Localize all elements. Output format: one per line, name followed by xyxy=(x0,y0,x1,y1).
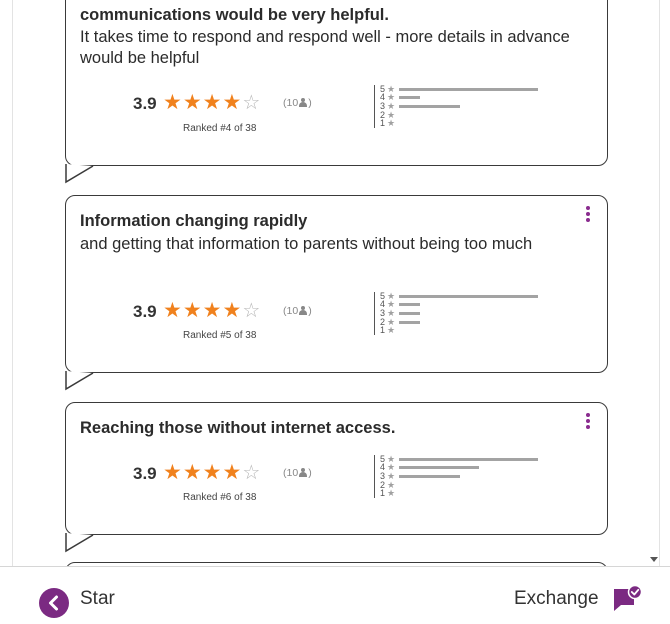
back-label[interactable]: Star xyxy=(80,588,115,610)
average-score: 3.9 xyxy=(133,302,157,321)
star-small-icon: ★ xyxy=(387,118,396,129)
idea-list-panel[interactable]: communications would be very helpful. It… xyxy=(12,0,660,566)
idea-card[interactable]: communications would be very helpful. It… xyxy=(65,0,608,166)
distribution-row: 3 ★ xyxy=(375,308,574,318)
star-filled-icon[interactable]: ★ xyxy=(222,91,242,114)
forward-label[interactable]: Exchange xyxy=(514,588,599,610)
distribution-row: 4 ★ xyxy=(375,463,574,473)
distribution-row: 5 ★ xyxy=(375,454,574,464)
distribution-row: 2 ★ xyxy=(375,480,574,490)
distribution-bar xyxy=(399,466,479,470)
distribution-row: 4 ★ xyxy=(375,300,574,310)
more-options-icon[interactable] xyxy=(586,413,590,431)
rater-count: (10) xyxy=(283,97,312,109)
speech-tail xyxy=(65,164,94,184)
distribution-bar xyxy=(399,457,538,461)
chevron-left-icon xyxy=(49,595,58,611)
distribution-level: 1 xyxy=(379,488,385,499)
star-filled-icon[interactable]: ★ xyxy=(222,299,242,322)
rating-distribution: 5 ★ 4 ★ 3 ★ 2 ★ 1 ★ xyxy=(374,291,574,335)
star-filled-icon[interactable]: ★ xyxy=(163,299,183,322)
average-score: 3.9 xyxy=(133,464,157,483)
rating-distribution: 5 ★ 4 ★ 3 ★ 2 ★ 1 ★ xyxy=(374,84,574,128)
star-rating[interactable]: ★★★★☆ xyxy=(163,92,261,114)
star-filled-icon[interactable]: ★ xyxy=(183,91,203,114)
star-empty-icon[interactable]: ☆ xyxy=(242,92,261,114)
distribution-bar xyxy=(399,311,420,315)
rating-distribution: 5 ★ 4 ★ 3 ★ 2 ★ 1 ★ xyxy=(374,454,574,498)
distribution-bar xyxy=(399,104,460,108)
rater-count: (10) xyxy=(283,305,312,317)
distribution-bar xyxy=(399,474,460,478)
distribution-bar xyxy=(399,294,538,298)
distribution-row: 1 ★ xyxy=(375,489,574,498)
distribution-row: 2 ★ xyxy=(375,317,574,327)
speech-tail xyxy=(65,371,94,391)
star-filled-icon[interactable]: ★ xyxy=(183,299,203,322)
speech-tail xyxy=(65,533,94,553)
idea-title: Information changing rapidly xyxy=(80,212,308,230)
star-rating[interactable]: ★★★★☆ xyxy=(163,300,261,322)
distribution-bar xyxy=(399,320,420,324)
star-filled-icon[interactable]: ★ xyxy=(203,461,223,484)
rank-text: Ranked #6 of 38 xyxy=(183,492,257,503)
idea-card[interactable]: Information changing rapidly and getting… xyxy=(65,195,608,373)
distribution-bar xyxy=(399,303,420,307)
star-small-icon: ★ xyxy=(387,325,396,336)
back-button[interactable] xyxy=(39,588,69,618)
navigation-bar: Star Exchange xyxy=(0,566,670,624)
chat-check-icon[interactable] xyxy=(612,585,642,613)
distribution-row: 5 ★ xyxy=(375,84,574,94)
scroll-down-arrow-icon[interactable] xyxy=(650,557,658,562)
distribution-row: 5 ★ xyxy=(375,291,574,301)
distribution-level: 1 xyxy=(379,325,385,336)
rater-count: (10) xyxy=(283,467,312,479)
person-icon xyxy=(299,306,308,315)
more-options-icon[interactable] xyxy=(586,206,590,224)
rank-text: Ranked #4 of 38 xyxy=(183,123,257,134)
distribution-row: 2 ★ xyxy=(375,110,574,120)
star-empty-icon[interactable]: ☆ xyxy=(242,300,261,322)
star-filled-icon[interactable]: ★ xyxy=(222,461,242,484)
idea-card[interactable]: Reaching those without internet access. … xyxy=(65,402,608,535)
distribution-row: 1 ★ xyxy=(375,326,574,335)
idea-description: It takes time to respond and respond wel… xyxy=(80,28,570,67)
idea-title: Reaching those without internet access. xyxy=(80,419,396,437)
distribution-row: 4 ★ xyxy=(375,93,574,103)
distribution-bar xyxy=(399,87,538,91)
distribution-row: 1 ★ xyxy=(375,119,574,128)
distribution-level: 1 xyxy=(379,118,385,129)
rank-text: Ranked #5 of 38 xyxy=(183,330,257,341)
star-filled-icon[interactable]: ★ xyxy=(203,299,223,322)
idea-title: communications would be very helpful. xyxy=(80,6,389,24)
average-score: 3.9 xyxy=(133,94,157,113)
star-filled-icon[interactable]: ★ xyxy=(163,91,183,114)
star-empty-icon[interactable]: ☆ xyxy=(242,462,261,484)
star-filled-icon[interactable]: ★ xyxy=(203,91,223,114)
distribution-row: 3 ★ xyxy=(375,101,574,111)
idea-description: and getting that information to parents … xyxy=(80,235,533,253)
star-small-icon: ★ xyxy=(387,488,396,499)
distribution-bar xyxy=(399,96,420,100)
star-rating[interactable]: ★★★★☆ xyxy=(163,462,261,484)
star-filled-icon[interactable]: ★ xyxy=(183,461,203,484)
distribution-row: 3 ★ xyxy=(375,471,574,481)
star-filled-icon[interactable]: ★ xyxy=(163,461,183,484)
person-icon xyxy=(299,468,308,477)
scrollbar[interactable] xyxy=(649,0,659,566)
person-icon xyxy=(299,98,308,107)
